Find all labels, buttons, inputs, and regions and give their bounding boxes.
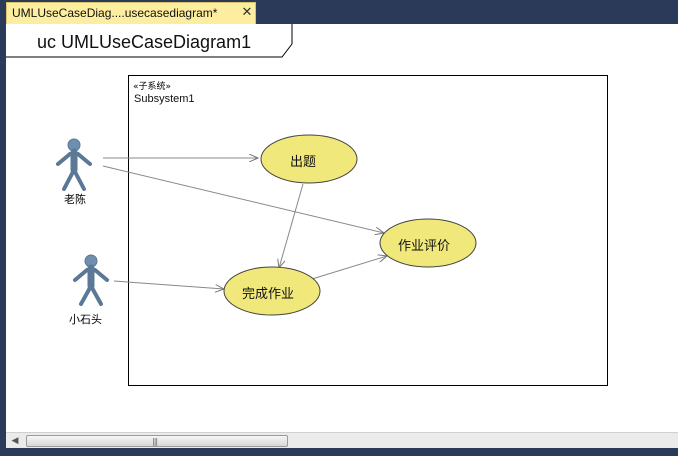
scrollbar-thumb[interactable]: ||| [26,435,288,447]
association-xiaoshitou-wanchengzuoye[interactable] [113,280,224,289]
close-icon[interactable]: ✕ [239,4,255,22]
association-chuti-wanchengzuoye[interactable] [279,183,304,268]
actor-label-laochen: 老陈 [64,193,86,206]
use-case-label-zuoyepingjia: 作业评价 [398,239,451,254]
association-wanchengzuoye-zuoyepingjia[interactable] [311,256,387,280]
actor-label-xiaoshitou: 小石头 [69,313,102,326]
triangle-left-icon[interactable]: ◀ [9,435,21,447]
actor-figure-laochen[interactable] [56,138,92,191]
document-tab[interactable]: UMLUseCaseDiag....usecasediagram* ✕ [6,2,256,24]
use-case-label-wanchengzuoye: 完成作业 [242,287,295,302]
grip-icon: ||| [152,437,158,446]
diagram-canvas[interactable]: uc UMLUseCaseDiagram1 «子系统» Subsystem1 老… [6,24,678,432]
document-tab-title: UMLUseCaseDiag....usecasediagram* [12,6,218,20]
diagram-shapes [56,134,477,316]
window-bottom-border [0,448,678,456]
use-case-label-chuti: 出题 [290,155,317,170]
actor-figure-xiaoshitou[interactable] [73,254,109,306]
horizontal-scrollbar[interactable]: ◀ ||| [6,432,678,448]
document-tab-strip: UMLUseCaseDiag....usecasediagram* ✕ [0,0,678,24]
